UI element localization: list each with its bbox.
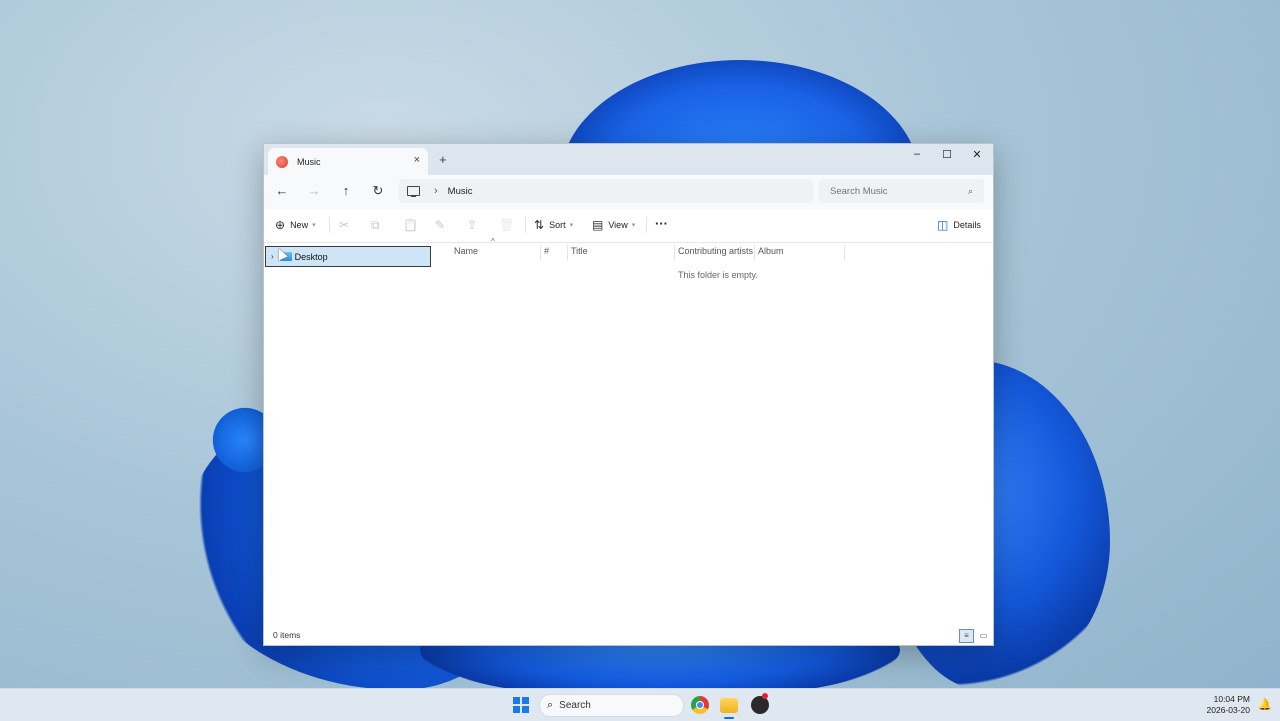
divider xyxy=(329,217,330,233)
explorer-body: › Desktop ^ Name # Title Contributing ar… xyxy=(264,237,993,643)
tab-close-icon[interactable]: × xyxy=(414,154,420,166)
tree-item-desktop[interactable]: › Desktop xyxy=(265,246,431,267)
address-bar[interactable]: › Music xyxy=(399,179,813,203)
view-label: View xyxy=(608,220,628,230)
taskbar-search[interactable]: ⌕ Search xyxy=(539,694,684,717)
chrome-icon[interactable] xyxy=(691,696,709,714)
taskbar-search-label: Search xyxy=(559,700,591,711)
details-view-icon[interactable]: ≡ xyxy=(959,629,974,643)
status-bar: 0 items ≡ ▭ xyxy=(264,627,993,645)
plus-circle-icon: ⊕ xyxy=(275,218,286,232)
details-button[interactable]: ◫ Details xyxy=(937,218,981,232)
search-input[interactable] xyxy=(828,184,962,198)
column-divider[interactable] xyxy=(674,245,675,261)
copy-icon: ⧉ xyxy=(371,218,380,232)
tab-music[interactable]: Music × xyxy=(268,148,428,175)
chevron-down-icon: ▾ xyxy=(312,222,316,229)
forward-button[interactable]: → xyxy=(305,183,323,198)
column-header-title[interactable]: Title xyxy=(571,246,588,260)
tree-item-label: Desktop xyxy=(294,251,328,262)
view-icon: ▤ xyxy=(592,218,604,232)
more-options-button[interactable]: ··· xyxy=(655,216,668,231)
column-header-album[interactable]: Album xyxy=(758,246,784,260)
maximize-button[interactable]: ☐ xyxy=(932,148,962,161)
details-pane-icon: ◫ xyxy=(937,218,949,232)
notification-bell-icon[interactable]: 🔔 xyxy=(1258,698,1272,711)
navigation-pane: › Desktop xyxy=(264,243,434,643)
chevron-down-icon: ▾ xyxy=(569,222,574,229)
sort-label: Sort xyxy=(549,220,566,230)
chevron-right-icon[interactable]: › xyxy=(434,185,438,197)
navigation-bar: ← → ↑ ↻ › Music ⌕ xyxy=(264,175,993,209)
music-folder-icon xyxy=(276,155,288,168)
tab-title: Music xyxy=(297,156,321,167)
recording-indicator xyxy=(762,693,768,699)
file-explorer-window: Music × + – ☐ ✕ ← → ↑ ↻ › Music ⌕ ⊕ New … xyxy=(263,143,994,646)
column-header-number[interactable]: # xyxy=(544,246,549,260)
cut-button[interactable]: ✂ xyxy=(339,218,354,232)
new-tab-button[interactable]: + xyxy=(439,152,447,167)
sort-button[interactable]: ⇅ Sort ▾ xyxy=(534,218,573,232)
close-button[interactable]: ✕ xyxy=(962,148,992,161)
clipboard-icon: 📋 xyxy=(403,218,418,232)
copy-button[interactable]: ⧉ xyxy=(371,218,385,233)
file-list: ^ Name # Title Contributing artists Albu… xyxy=(434,237,993,643)
column-divider[interactable] xyxy=(567,245,568,261)
up-button[interactable]: ↑ xyxy=(337,183,355,198)
command-bar: ⊕ New ▾ ✂ ⧉ 📋 ✎ ⇪ 🗑 ⇅ Sort ▾ ▤ View ▾ ··… xyxy=(264,209,993,243)
windows-logo-icon xyxy=(513,697,521,705)
breadcrumb-music[interactable]: Music xyxy=(448,186,473,197)
back-button[interactable]: ← xyxy=(273,183,291,198)
new-label: New xyxy=(290,220,309,230)
system-clock[interactable]: 10:04 PM 2026-03-20 xyxy=(1200,694,1250,716)
search-icon[interactable]: ⌕ xyxy=(968,186,973,197)
chevron-down-icon: ▾ xyxy=(631,222,636,229)
column-header-contributing-artists[interactable]: Contributing artists xyxy=(678,246,753,260)
rename-icon: ✎ xyxy=(435,218,446,232)
search-box[interactable]: ⌕ xyxy=(819,179,984,203)
this-pc-icon[interactable] xyxy=(407,186,420,198)
view-button[interactable]: ▤ View ▾ xyxy=(592,218,635,232)
empty-folder-message: This folder is empty. xyxy=(678,270,758,280)
title-bar: Music × + – ☐ ✕ xyxy=(264,144,993,175)
column-header-name[interactable]: Name xyxy=(454,246,478,260)
column-divider[interactable] xyxy=(540,245,541,261)
delete-button[interactable]: 🗑 xyxy=(499,218,519,232)
clock-date: 2026-03-20 xyxy=(1206,705,1250,715)
column-divider[interactable] xyxy=(754,245,755,261)
rename-button[interactable]: ✎ xyxy=(435,218,450,232)
clock-time: 10:04 PM xyxy=(1213,694,1250,704)
file-explorer-icon[interactable] xyxy=(720,698,738,713)
divider xyxy=(525,217,526,233)
sort-icon: ⇅ xyxy=(534,218,545,232)
tiles-view-icon[interactable]: ▭ xyxy=(976,629,991,643)
chevron-right-icon[interactable]: › xyxy=(271,252,274,261)
share-button[interactable]: ⇪ xyxy=(467,218,482,232)
search-icon: ⌕ xyxy=(547,699,554,711)
item-count: 0 items xyxy=(273,630,301,640)
paste-button[interactable]: 📋 xyxy=(403,218,423,232)
new-button[interactable]: ⊕ New ▾ xyxy=(275,218,316,232)
trash-icon: 🗑 xyxy=(499,218,515,232)
sort-up-icon: ^ xyxy=(491,237,495,246)
minimize-button[interactable]: – xyxy=(902,148,932,160)
divider xyxy=(646,217,647,233)
share-icon: ⇪ xyxy=(467,218,478,232)
scissors-icon: ✂ xyxy=(339,218,350,232)
refresh-button[interactable]: ↻ xyxy=(369,183,387,199)
start-button[interactable] xyxy=(513,697,529,713)
taskbar: ⌕ Search 10:04 PM 2026-03-20 🔔 xyxy=(0,688,1280,721)
ellipsis-icon: ··· xyxy=(655,216,668,231)
details-label: Details xyxy=(953,220,981,230)
active-app-indicator xyxy=(724,717,734,719)
column-divider[interactable] xyxy=(844,245,845,261)
